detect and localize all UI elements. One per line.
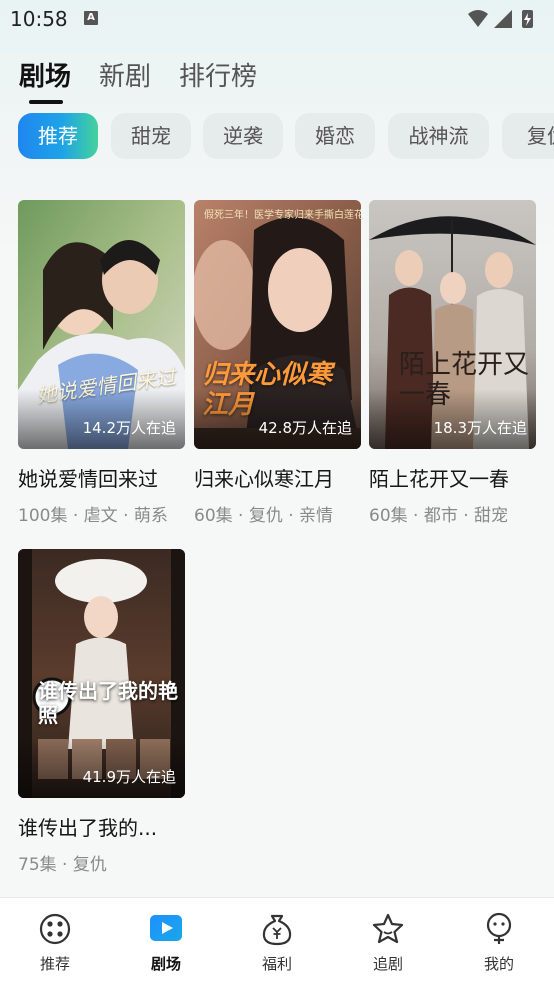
nav-following[interactable]: 追剧 (333, 898, 443, 984)
nav-label: 福利 (261, 955, 292, 973)
nav-label: 推荐 (39, 955, 70, 973)
poster-title-text: 谁传出了我的艳照 (38, 679, 178, 727)
active-tab-indicator (29, 100, 63, 104)
notification-icon: A (84, 11, 98, 25)
drama-meta: 100集 · 虐文 · 萌系 (18, 506, 168, 526)
chip-sweet[interactable]: 甜宠 (111, 113, 191, 159)
money-bag-icon (262, 914, 292, 946)
poster-banner-text: 假死三年！医学专家归来手撕白莲花 (204, 210, 361, 221)
drama-poster[interactable]: 假死三年！医学专家归来手撕白莲花 归来心似寒江月 42.8万人在追 (194, 200, 361, 449)
star-icon (372, 913, 404, 944)
nav-welfare[interactable]: 福利 (222, 898, 332, 984)
drama-title[interactable]: 陌上花开又一春 (369, 463, 536, 492)
drama-card[interactable]: 陌上花开又一春 18.3万人在追 陌上花开又一春 60集 · 都市 · 甜宠 (369, 200, 536, 526)
drama-card[interactable]: 谁传出了我的艳照 41.9万人在追 谁传出了我的... 75集 · 复仇 (18, 549, 185, 875)
play-icon (150, 915, 182, 941)
drama-poster[interactable]: 她说爱情回来过 14.2万人在追 (18, 200, 185, 449)
nav-label: 剧场 (150, 955, 181, 973)
nav-label: 我的 (483, 955, 514, 973)
nav-recommend[interactable]: 推荐 (0, 898, 110, 984)
follower-count: 14.2万人在追 (82, 419, 176, 437)
tab-ranking[interactable]: 排行榜 (179, 56, 257, 93)
status-bar: 10:58 A (0, 0, 554, 38)
drama-card[interactable]: 假死三年！医学专家归来手撕白莲花 归来心似寒江月 42.8万人在追 归来心似寒江… (194, 200, 361, 526)
status-time: 10:58 (10, 7, 68, 31)
profile-icon (486, 912, 512, 944)
chip-war-god[interactable]: 战神流 (388, 113, 489, 159)
drama-meta: 75集 · 复仇 (18, 855, 107, 875)
category-chips: 推荐 甜宠 逆袭 婚恋 战神流 复仇 (18, 113, 554, 161)
drama-poster[interactable]: 陌上花开又一春 18.3万人在追 (369, 200, 536, 449)
signal-icon (494, 10, 512, 28)
chip-marriage[interactable]: 婚恋 (295, 113, 375, 159)
nav-profile[interactable]: 我的 (444, 898, 554, 984)
chip-recommend[interactable]: 推荐 (18, 113, 98, 159)
tab-new-drama[interactable]: 新剧 (99, 56, 151, 93)
film-reel-icon (39, 913, 71, 945)
drama-card[interactable]: 她说爱情回来过 14.2万人在追 她说爱情回来过 100集 · 虐文 · 萌系 (18, 200, 185, 526)
follower-count: 41.9万人在追 (82, 768, 176, 786)
chip-comeback[interactable]: 逆袭 (203, 113, 283, 159)
status-icons (468, 10, 533, 28)
drama-title[interactable]: 归来心似寒江月 (194, 463, 361, 492)
wifi-icon (468, 10, 488, 27)
follower-count: 42.8万人在追 (258, 419, 352, 437)
tab-theater[interactable]: 剧场 (19, 56, 71, 93)
follower-count: 18.3万人在追 (433, 419, 527, 437)
drama-meta: 60集 · 都市 · 甜宠 (369, 506, 509, 526)
drama-poster[interactable]: 谁传出了我的艳照 41.9万人在追 (18, 549, 185, 798)
nav-label: 追剧 (372, 955, 403, 973)
drama-meta: 60集 · 复仇 · 亲情 (194, 506, 334, 526)
chip-revenge[interactable]: 复仇 (502, 113, 554, 159)
nav-theater[interactable]: 剧场 (111, 898, 221, 984)
drama-title[interactable]: 她说爱情回来过 (18, 463, 185, 492)
bottom-nav: 推荐 剧场 福利 追剧 我的 (0, 897, 554, 984)
drama-title[interactable]: 谁传出了我的... (18, 812, 185, 841)
